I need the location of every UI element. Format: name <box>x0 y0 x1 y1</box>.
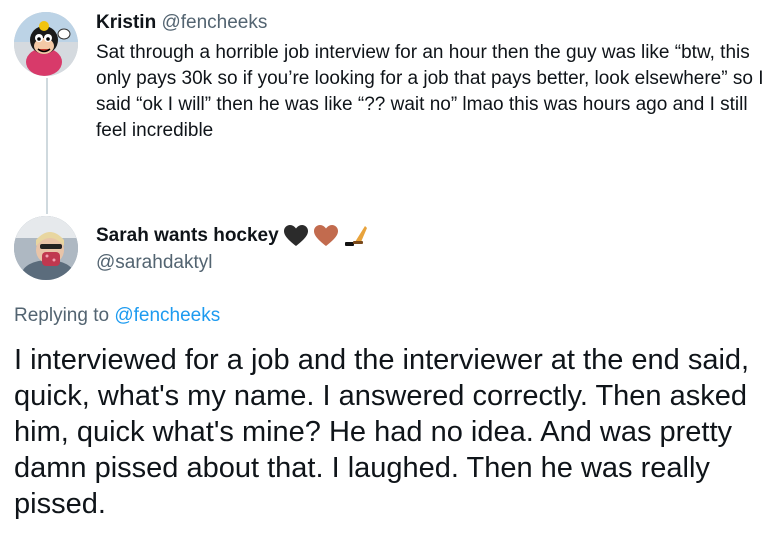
tweet2-name-row[interactable]: Sarah wants hockey <box>96 224 369 248</box>
cartoon-avatar-icon <box>14 12 78 76</box>
thread-connector-line <box>46 78 48 214</box>
profile-photo-icon <box>14 216 78 280</box>
tweet2-display-name[interactable]: Sarah wants hockey <box>96 224 279 248</box>
tweet1-header: Kristin @fencheeks <box>96 12 267 34</box>
black-heart-icon <box>283 225 308 246</box>
tweet1-display-name[interactable]: Kristin <box>96 12 156 33</box>
brown-heart-icon <box>313 225 338 246</box>
tweet2-text: I interviewed for a job and the intervie… <box>14 344 750 520</box>
hockey-stick-icon <box>344 226 367 246</box>
replying-to-line: Replying to @fencheeks <box>14 304 220 328</box>
avatar-sarah[interactable] <box>14 216 78 280</box>
tweet1-handle[interactable]: @fencheeks <box>161 12 267 33</box>
replying-to-handle-link[interactable]: @fencheeks <box>114 305 220 326</box>
replying-to-label: Replying to <box>14 305 110 326</box>
tweet1-text: Sat through a horrible job interview for… <box>96 42 764 141</box>
avatar-kristin[interactable] <box>14 12 78 76</box>
tweet2-handle[interactable]: @sarahdaktyl <box>96 251 212 275</box>
